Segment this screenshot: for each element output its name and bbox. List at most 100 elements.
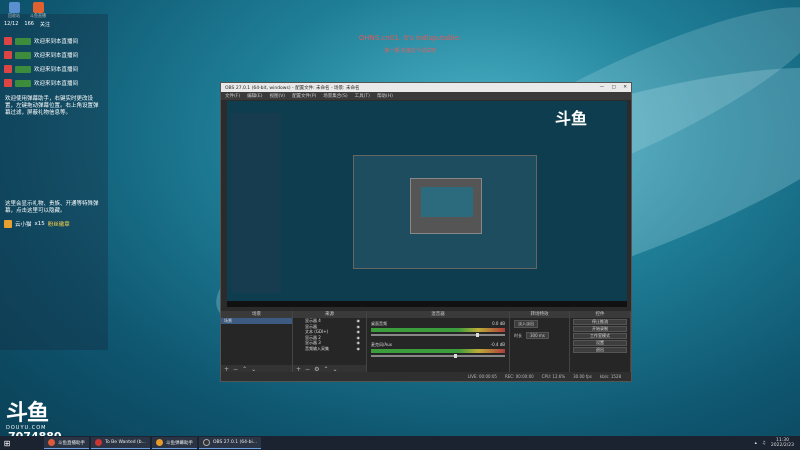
network-icon[interactable]: ▴	[755, 441, 757, 446]
track-db: -0.4 dB	[490, 342, 505, 347]
mixer-track: 桌面音频 0.0 dB	[371, 321, 505, 337]
sources-dock: 来源 显示器 4 ◉ 显示器 ◉ 文本 (GDI+) ◉ 显示器 2 ◉ 显示器 3 ◉ …	[293, 311, 367, 373]
gift-notice: 这里会显示礼物、贵族、开通等特殊弹幕，点击这里可以隐藏。	[5, 201, 99, 214]
obs-app-icon	[202, 439, 210, 446]
recycle-bin-icon	[8, 2, 20, 13]
menu-profile[interactable]: 配置文件(P)	[292, 93, 316, 99]
transitions-dock-title: 转场特效	[510, 311, 569, 318]
mixer-dock: 混音器 桌面音频 0.0 dB 麦克风/Aux -0.4 dB	[367, 311, 510, 373]
chat-header-value: 12/12	[4, 21, 19, 27]
mixer-track: 麦克风/Aux -0.4 dB	[371, 342, 505, 358]
obs-titlebar[interactable]: OBS 27.0.1 (64-bit, windows) - 配置文件: 未命名…	[221, 83, 631, 92]
chat-header-value: 166	[24, 21, 34, 27]
taskbar-item-label: OBS 27.0.1 (64-bi...	[212, 440, 258, 445]
scenes-dock: 场景 场景 + − ⌃ ⌄	[221, 311, 293, 373]
fan-badge-icon	[4, 65, 12, 73]
transition-select[interactable]: 淡入淡出	[514, 320, 538, 328]
level-badge	[15, 37, 31, 45]
menu-view[interactable]: 视图(V)	[269, 93, 285, 99]
taskbar-item-label: 斗鱼直播助手	[58, 440, 85, 446]
exit-button[interactable]: 退出	[573, 347, 627, 353]
controls-dock-title: 控件	[570, 311, 630, 318]
nested-preview-inner	[410, 178, 482, 234]
taskbar-item[interactable]: 斗鱼直播助手	[44, 437, 89, 449]
status-kbps: kb/s: 1528	[599, 374, 621, 379]
chat-message: 欢迎来到本直播间	[0, 62, 108, 76]
chat-header: 12/12 166 关注	[0, 14, 108, 34]
duration-input[interactable]: 300 ms	[526, 332, 549, 339]
fan-badge-icon	[4, 51, 12, 59]
status-rec: REC: 00:00:00	[504, 374, 534, 379]
minimize-icon[interactable]: —	[600, 85, 605, 90]
transitions-dock: 转场特效 淡入淡出 时长 300 ms	[510, 311, 570, 373]
menu-edit[interactable]: 编辑(E)	[247, 93, 262, 99]
taskbar-item[interactable]: 斗鱼弹幕助手	[151, 437, 197, 449]
track-name: 麦克风/Aux	[371, 342, 392, 347]
chat-message-text: 欢迎来到本直播间	[34, 53, 79, 59]
obs-statusbar: LIVE: 00:00:05 REC: 00:00:00 CPU: 12.6% …	[221, 372, 631, 381]
sources-dock-title: 来源	[293, 311, 366, 318]
chat-message-text: 欢迎来到本直播间	[34, 67, 79, 73]
scene-item[interactable]: 场景	[221, 318, 292, 324]
menu-help[interactable]: 帮助(H)	[377, 93, 393, 99]
volume-icon[interactable]: ♫	[762, 441, 766, 446]
obs-title: OBS 27.0.1 (64-bit, windows) - 配置文件: 未命名…	[225, 85, 360, 91]
menu-scene-collection[interactable]: 场景集合(S)	[323, 93, 347, 99]
taskbar: ⊞ 斗鱼直播助手 To Be Wanted (b... 斗鱼弹幕助手 OBS 2…	[0, 436, 800, 450]
status-cpu: CPU: 12.6%	[541, 374, 566, 379]
app-icon	[155, 439, 163, 446]
level-badge	[15, 79, 31, 87]
controls-dock: 控件 停止推流 开始录制 工作室模式 设置 退出	[570, 311, 631, 373]
douyu-logo: 斗鱼 DOUYU.COM	[6, 395, 49, 431]
menu-file[interactable]: 文件(F)	[225, 93, 240, 99]
banner-line-2: 第一期 先用这个试试吧	[384, 48, 436, 54]
chat-message-text: 欢迎来到本直播间	[34, 81, 79, 87]
status-fps: 30.00 fps	[573, 374, 592, 379]
obs-menubar: 文件(F) 编辑(E) 视图(V) 配置文件(P) 场景集合(S) 工具(T) …	[221, 92, 631, 100]
obs-window[interactable]: OBS 27.0.1 (64-bit, windows) - 配置文件: 未命名…	[220, 82, 632, 382]
scene-item-label: 场景	[224, 318, 232, 323]
banner-line-1: OHNS.cn01. It's indisputable.	[358, 34, 462, 42]
app-icon	[48, 439, 55, 446]
start-recording-button[interactable]: 开始录制	[573, 326, 627, 332]
taskbar-item[interactable]: To Be Wanted (b...	[91, 437, 150, 449]
level-badge	[15, 51, 31, 59]
stop-streaming-button[interactable]: 停止推流	[573, 319, 627, 325]
danmaku-chat-panel[interactable]: 12/12 166 关注 欢迎来到本直播间 欢迎来到本直播间 欢迎来到本直播间 …	[0, 14, 108, 350]
system-tray: ▴ ♫ 11:30 2022/2/23	[755, 438, 800, 448]
settings-button[interactable]: 设置	[573, 340, 627, 346]
gift-icon	[4, 220, 12, 228]
obs-docks: 场景 场景 + − ⌃ ⌄ 来源 显示器 4 ◉ 显示器 ◉ 文本 (GDI+) ◉ …	[221, 311, 631, 373]
volume-slider[interactable]	[371, 333, 505, 337]
gift-message: 云小猫 x15 粉丝徽章	[0, 217, 108, 231]
chat-message: 欢迎来到本直播间	[0, 34, 108, 48]
obs-preview[interactable]: 斗鱼	[227, 101, 627, 307]
clock-date: 2022/2/23	[770, 443, 794, 448]
eye-icon[interactable]: ◉	[357, 346, 361, 352]
search-icon[interactable]	[14, 438, 44, 448]
clock[interactable]: 11:30 2022/2/23	[771, 438, 794, 448]
volume-meter	[371, 349, 505, 353]
preview-mini-chat	[231, 113, 281, 293]
level-badge	[15, 65, 31, 73]
chat-message: 欢迎来到本直播间	[0, 48, 108, 62]
mixer-dock-title: 混音器	[367, 311, 509, 318]
track-db: 0.0 dB	[492, 321, 505, 326]
windows-start-icon[interactable]: ⊞	[0, 436, 14, 450]
studio-mode-button[interactable]: 工作室模式	[573, 333, 627, 339]
close-icon[interactable]: ✕	[623, 85, 627, 90]
source-item[interactable]: 音频输入采集 ◉	[293, 346, 366, 352]
volume-meter	[371, 328, 505, 332]
track-name: 桌面音频	[371, 321, 387, 326]
volume-slider-handle[interactable]	[454, 354, 458, 358]
gift-user: 云小猫	[15, 222, 32, 228]
fan-badge-icon	[4, 37, 12, 45]
douyu-logo-text: 斗鱼	[6, 401, 49, 426]
taskbar-item[interactable]: OBS 27.0.1 (64-bi...	[198, 437, 262, 449]
menu-tools[interactable]: 工具(T)	[355, 93, 370, 99]
volume-slider[interactable]	[371, 354, 505, 358]
maximize-icon[interactable]: □	[612, 85, 616, 90]
volume-slider-handle[interactable]	[475, 333, 479, 337]
gift-tag: 粉丝徽章	[47, 222, 70, 228]
duration-label: 时长	[514, 332, 522, 338]
